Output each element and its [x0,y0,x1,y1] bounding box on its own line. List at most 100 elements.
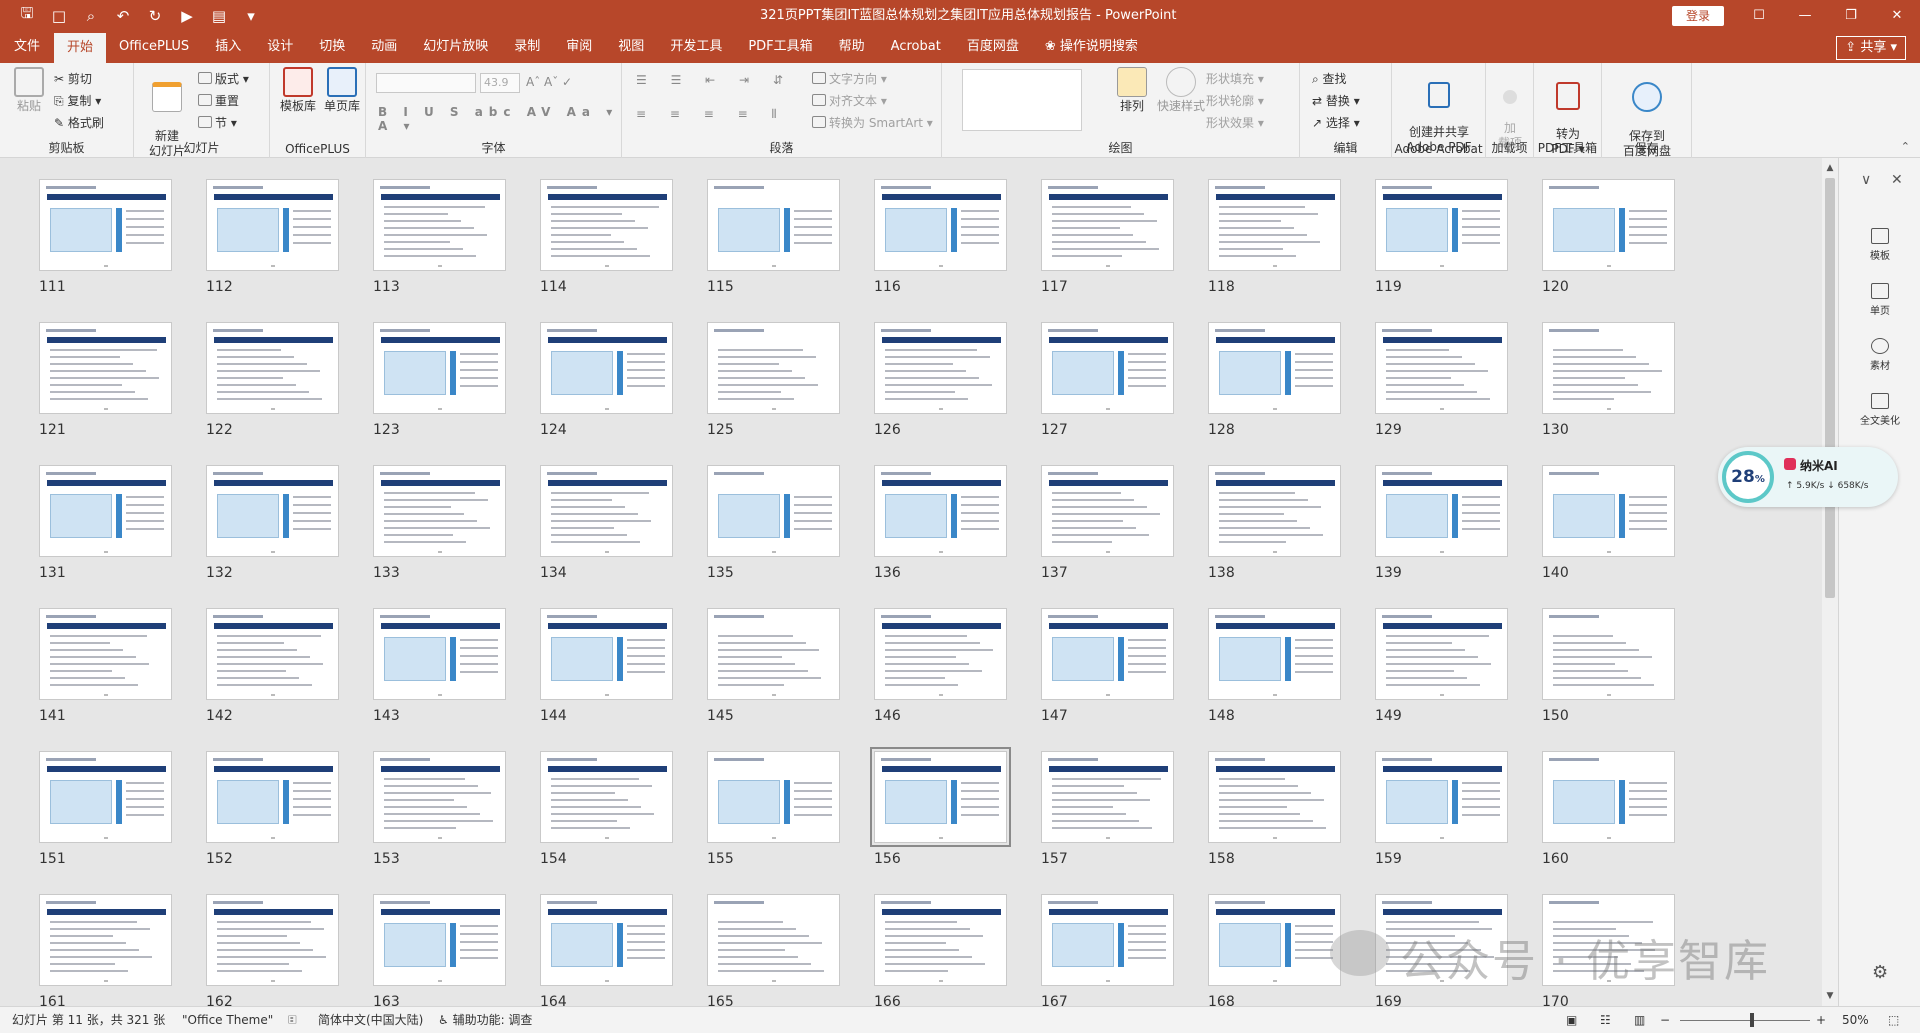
new-file-icon[interactable]: □ [46,4,72,28]
arrange-button[interactable]: 排列 [1112,67,1152,114]
slide-thumbnail[interactable] [1542,465,1675,557]
single-page-library-button[interactable]: 单页库 [322,67,362,114]
slide-thumbnail[interactable] [1542,322,1675,414]
spellcheck-icon[interactable]: 🗉 [288,1007,297,1033]
slide-thumbnail[interactable] [373,751,506,843]
tab-animations[interactable]: 动画 [358,31,410,63]
cut-button[interactable]: ✂ 剪切 [54,69,92,89]
slide-thumbnail[interactable] [874,894,1007,986]
section-button[interactable]: 节 ▾ [198,113,237,133]
slide-thumbnail[interactable] [874,322,1007,414]
slide-thumbnail[interactable] [1041,322,1174,414]
shapes-gallery[interactable] [962,69,1082,131]
alignment-icons[interactable]: ≡ ≡ ≡ ≡ ⫴ [636,107,787,122]
slide-thumbnail[interactable] [540,179,673,271]
tab-pdf-tools[interactable]: PDF工具箱 [735,31,825,63]
pane-item-single[interactable]: 单页 [1839,283,1920,317]
zoom-in-icon[interactable]: + [1816,1007,1826,1033]
slide-thumbnail[interactable] [39,465,172,557]
slide-thumbnail[interactable] [1208,465,1341,557]
copy-button[interactable]: ⎘ 复制 ▾ [54,91,101,111]
slide-thumbnail[interactable] [707,322,840,414]
scroll-up-icon[interactable]: ▲ [1822,160,1838,176]
reset-button[interactable]: 重置 [198,91,239,111]
template-library-button[interactable]: 模板库 [278,67,318,114]
tell-me-search[interactable]: ❀ 操作说明搜索 [1032,31,1151,63]
vertical-scrollbar[interactable]: ▲ ▼ [1822,158,1838,1006]
font-format-icons[interactable]: B I U S abc AV Aa ▾ A ▾ [378,105,621,133]
login-button[interactable]: 登录 [1672,6,1724,26]
gear-icon[interactable]: ⚙ [1872,962,1888,983]
replace-button[interactable]: ⇄ 替换 ▾ [1312,91,1360,111]
tab-slideshow[interactable]: 幻灯片放映 [410,31,501,63]
slide-thumbnail[interactable] [870,747,1011,847]
view-normal-icon[interactable]: ▣ [1566,1007,1577,1033]
paste-button[interactable]: 粘贴 [12,67,46,114]
slide-thumbnail[interactable] [707,751,840,843]
slide-thumbnail[interactable] [1208,608,1341,700]
slide-thumbnail[interactable] [39,894,172,986]
slide-thumbnail[interactable] [206,894,339,986]
zoom-out-icon[interactable]: − [1660,1007,1670,1033]
slide-thumbnail[interactable] [874,608,1007,700]
slide-thumbnail[interactable] [1375,465,1508,557]
slide-thumbnail[interactable] [1041,179,1174,271]
tab-acrobat[interactable]: Acrobat [878,31,954,63]
pane-close-icon[interactable]: ✕ [1891,172,1903,188]
slide-thumbnail[interactable] [540,322,673,414]
slide-thumbnail[interactable] [1041,894,1174,986]
share-button[interactable]: ⇪ 共享 ▾ [1836,36,1906,60]
slide-thumbnail[interactable] [707,608,840,700]
tab-officeplus[interactable]: OfficePLUS [106,31,202,63]
slide-thumbnail[interactable] [1208,322,1341,414]
slide-thumbnail[interactable] [39,179,172,271]
slide-thumbnail[interactable] [39,608,172,700]
pane-item-template[interactable]: 模板 [1839,228,1920,262]
tab-view[interactable]: 视图 [605,31,657,63]
tab-record[interactable]: 录制 [501,31,553,63]
view-sorter-icon[interactable]: ☷ [1600,1007,1611,1033]
tab-review[interactable]: 审阅 [553,31,605,63]
slide-thumbnail[interactable] [373,608,506,700]
tab-developer[interactable]: 开发工具 [657,31,735,63]
save-icon[interactable]: 🖫 [14,4,40,28]
zoom-slider[interactable] [1680,1020,1810,1021]
slide-thumbnail[interactable] [1375,751,1508,843]
nano-ai-widget[interactable]: 28% 纳米AI ↑ 5.9K/s ↓ 658K/s [1718,447,1898,507]
text-direction-button[interactable]: 文字方向 ▾ [812,69,887,89]
tab-help[interactable]: 帮助 [826,31,878,63]
slide-thumbnail[interactable] [1041,465,1174,557]
tab-transitions[interactable]: 切换 [306,31,358,63]
view-reading-icon[interactable]: ▥ [1634,1007,1645,1033]
tab-baidu-netdisk[interactable]: 百度网盘 [954,31,1032,63]
slide-thumbnail[interactable] [1375,179,1508,271]
shape-fill-button[interactable]: 形状填充 ▾ [1206,69,1264,89]
slide-thumbnail[interactable] [1041,751,1174,843]
slide-thumbnail[interactable] [206,751,339,843]
slide-thumbnail[interactable] [1208,894,1341,986]
slide-thumbnail[interactable] [373,322,506,414]
accessibility-status[interactable]: ♿ 辅助功能: 调查 [438,1007,532,1033]
zoom-level[interactable]: 50% [1842,1007,1869,1033]
grow-font-icon[interactable]: Aˆ Aˇ ✓ [526,75,572,89]
print-preview-icon[interactable]: ⌕ [78,4,104,28]
slide-thumbnail[interactable] [1375,322,1508,414]
font-size-combo[interactable]: 43.9 [480,73,520,93]
slide-thumbnail[interactable] [540,751,673,843]
slide-thumbnail[interactable] [206,179,339,271]
pane-item-beautify[interactable]: 全文美化 [1839,393,1920,427]
slide-thumbnail[interactable] [874,465,1007,557]
slide-thumbnail[interactable] [206,322,339,414]
slide-thumbnail[interactable] [1208,179,1341,271]
slide-thumbnail[interactable] [874,179,1007,271]
slide-thumbnail[interactable] [373,179,506,271]
undo-icon[interactable]: ↶ [110,4,136,28]
quick-styles-button[interactable]: 快速样式 [1156,67,1206,114]
close-icon[interactable]: ✕ [1874,0,1920,31]
slide-thumbnail[interactable] [540,894,673,986]
shape-outline-button[interactable]: 形状轮廓 ▾ [1206,91,1264,111]
slide-thumbnail[interactable] [1375,608,1508,700]
layout-button[interactable]: 版式 ▾ [198,69,249,89]
pane-item-material[interactable]: 素材 [1839,338,1920,372]
tab-design[interactable]: 设计 [254,31,306,63]
